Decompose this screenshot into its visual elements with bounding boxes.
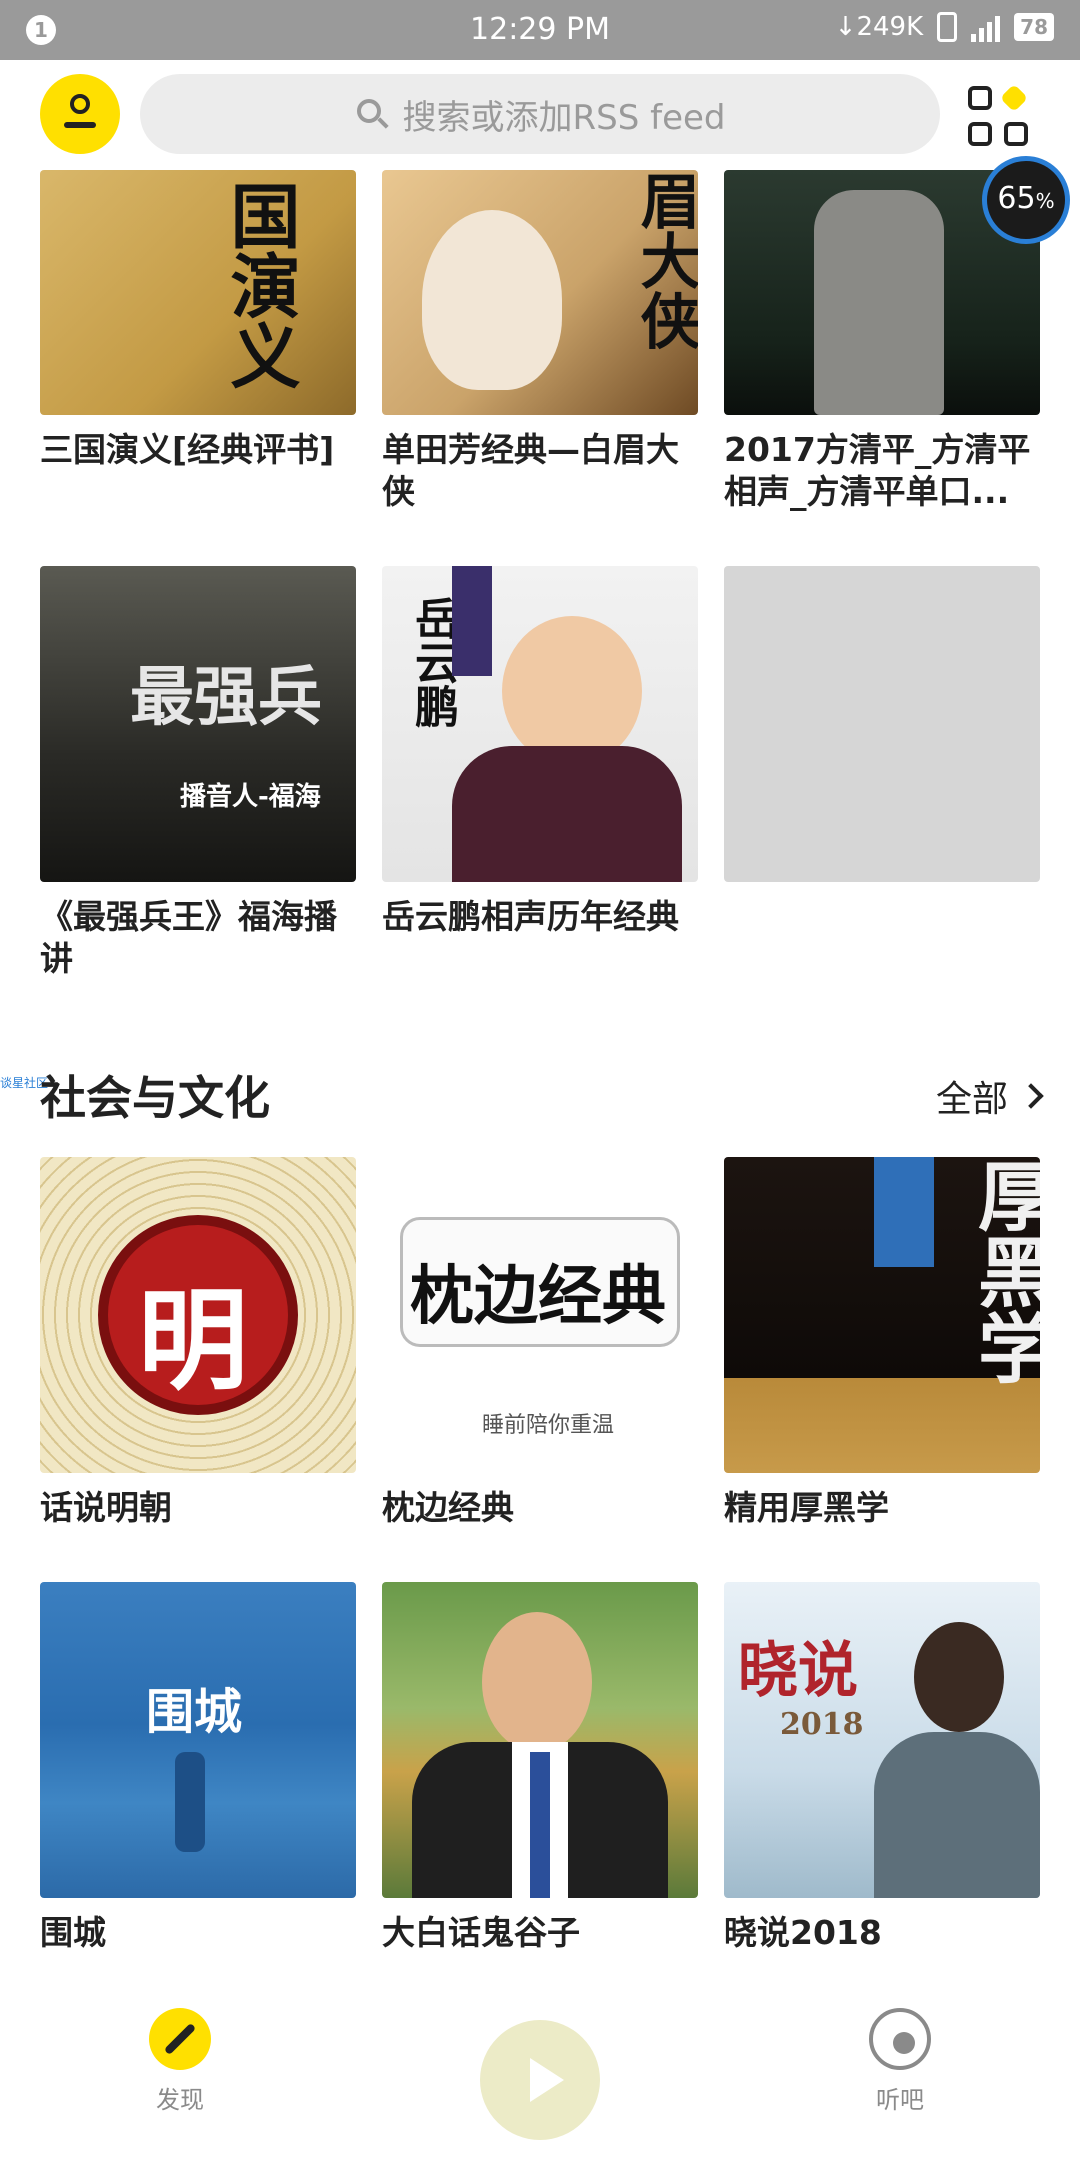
album-cover: 眉大侠	[382, 170, 698, 415]
see-all-label: 全部	[935, 1079, 1008, 1120]
listen-icon	[869, 2008, 931, 2070]
album-tile[interactable]: 岳云鹏 岳云鹏相声历年经典	[382, 566, 698, 938]
portrait-hair	[914, 1622, 1004, 1732]
signal-icon	[971, 12, 1001, 42]
portrait-tie	[530, 1752, 550, 1898]
album-cover: 厚黑学	[724, 1157, 1040, 1473]
album-title: 围城	[40, 1913, 106, 1952]
label-ribbon	[452, 566, 492, 676]
cover-text: 厚黑学	[965, 1157, 1040, 1385]
search-input[interactable]: 搜索或添加RSS feed	[140, 74, 940, 154]
album-title: 三国演义[经典评书]	[40, 430, 335, 469]
cover-text: 最强兵	[130, 660, 322, 735]
cover-text: 枕边经典	[410, 1259, 666, 1334]
album-cover: 围城	[40, 1582, 356, 1898]
search-placeholder: 搜索或添加RSS feed	[402, 97, 726, 138]
album-tile-placeholder[interactable]	[724, 566, 1040, 896]
album-tile[interactable]: 晓说 2018 晓说2018	[724, 1582, 1040, 1954]
album-title: 单田芳经典—白眉大侠	[382, 430, 679, 511]
compass-icon	[149, 2008, 211, 2070]
blue-label	[874, 1157, 934, 1267]
album-tile[interactable]: 最强兵 播音人-福海 《最强兵王》福海播讲	[40, 566, 356, 980]
album-tile[interactable]: 国演义 三国演义[经典评书]	[40, 170, 356, 471]
cover-text: 眉大侠	[630, 170, 698, 350]
album-title: 枕边经典	[382, 1488, 514, 1527]
album-tile[interactable]: 厚黑学 精用厚黑学	[724, 1157, 1040, 1529]
progress-badge[interactable]: 65%	[982, 156, 1070, 244]
portrait-body	[874, 1732, 1040, 1898]
cover-text: 明	[138, 1276, 248, 1405]
play-button[interactable]	[480, 2020, 600, 2140]
top-header: 搜索或添加RSS feed	[0, 60, 1080, 172]
album-cover: 国演义	[40, 170, 356, 415]
album-title: 晓说2018	[724, 1913, 882, 1952]
person-silhouette	[175, 1752, 205, 1852]
album-title: 岳云鹏相声历年经典	[382, 897, 679, 936]
portrait-figure	[422, 210, 562, 390]
album-title: 大白话鬼谷子	[382, 1913, 580, 1952]
status-icons: ↓249K 78	[835, 12, 1054, 42]
net-speed-value: 249K	[856, 12, 924, 42]
cover-subtext: 播音人-福海	[180, 782, 321, 812]
battery-icon: 78	[1014, 13, 1054, 41]
portrait-face	[502, 616, 642, 766]
nav-listen[interactable]: 听吧	[860, 2008, 940, 2115]
cover-text: 国演义	[219, 180, 302, 390]
vibrate-icon	[937, 12, 958, 42]
album-title: 2017方清平_方清平相声_方清平单口...	[724, 430, 1031, 511]
album-title: 精用厚黑学	[724, 1488, 889, 1527]
performer-figure	[814, 190, 944, 415]
album-cover: 晓说 2018	[724, 1582, 1040, 1898]
user-avatar-button[interactable]	[40, 74, 120, 154]
album-tile[interactable]: 枕边经典 睡前陪你重温 枕边经典	[382, 1157, 698, 1529]
nav-discover-label: 发现	[156, 2086, 204, 2114]
nav-listen-label: 听吧	[876, 2086, 924, 2114]
album-cover: 枕边经典 睡前陪你重温	[382, 1157, 698, 1473]
cover-text: 围城	[146, 1684, 243, 1740]
album-tile[interactable]: 眉大侠 单田芳经典—白眉大侠	[382, 170, 698, 513]
progress-unit: %	[1035, 189, 1055, 213]
portrait-face	[482, 1612, 592, 1752]
album-title: 话说明朝	[40, 1488, 172, 1527]
search-icon	[355, 97, 389, 131]
chevron-right-icon	[1018, 1083, 1044, 1109]
album-cover-placeholder	[724, 566, 1040, 882]
download-speed: ↓249K	[834, 12, 924, 42]
categories-grid-button[interactable]	[968, 83, 1030, 148]
portrait-body	[452, 746, 682, 882]
status-bar: 1 12:29 PM ↓249K 78	[0, 0, 1080, 60]
cover-text: 晓说	[738, 1636, 858, 1706]
cover-subtext: 睡前陪你重温	[482, 1413, 615, 1438]
album-tile[interactable]: 大白话鬼谷子	[382, 1582, 698, 1954]
album-tile[interactable]: 围城 围城	[40, 1582, 356, 1954]
see-all-button[interactable]: 全部	[935, 1070, 1044, 1122]
user-icon-base	[64, 122, 96, 128]
album-cover: 最强兵 播音人-福海	[40, 566, 356, 882]
bottom-navigation: 发现 听吧	[0, 2000, 1080, 2160]
play-icon	[530, 2058, 564, 2102]
album-cover: 明	[40, 1157, 356, 1473]
album-tile[interactable]: 明 话说明朝	[40, 1157, 356, 1529]
section-title: 社会与文化	[40, 1071, 270, 1125]
album-cover	[382, 1582, 698, 1898]
nav-discover[interactable]: 发现	[140, 2008, 220, 2115]
progress-value: 65	[997, 181, 1036, 216]
album-title: 《最强兵王》福海播讲	[40, 897, 337, 978]
user-icon	[70, 94, 90, 114]
cover-subtext: 2018	[780, 1707, 864, 1742]
album-cover: 岳云鹏	[382, 566, 698, 882]
